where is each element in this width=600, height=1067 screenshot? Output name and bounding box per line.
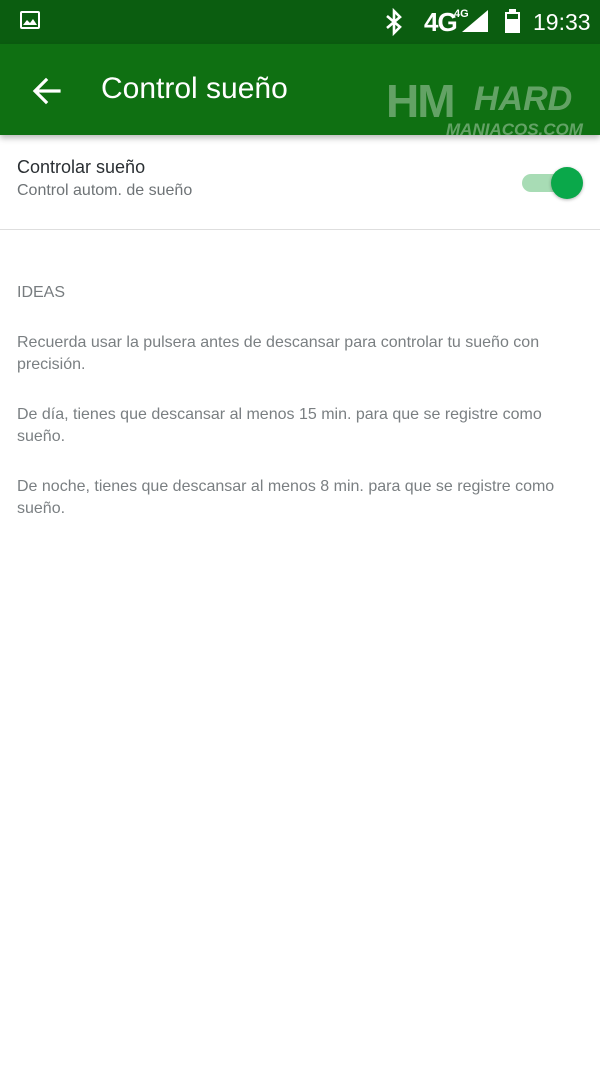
battery-icon — [505, 9, 520, 33]
arrow-back-icon — [32, 77, 61, 105]
back-button[interactable] — [24, 68, 70, 114]
toggle-thumb — [551, 167, 583, 199]
watermark-hm: HM — [386, 75, 456, 127]
watermark-hard: HARD — [474, 80, 573, 118]
tip-item: Recuerda usar la pulsera antes de descan… — [17, 334, 540, 373]
signal-icon — [462, 10, 488, 37]
watermark-logo: HM HARD MANIACOS.COM — [386, 70, 583, 142]
setting-title: Controlar sueño — [17, 157, 146, 177]
ideas-header: IDEAS — [17, 284, 66, 301]
image-notification-icon — [20, 11, 40, 29]
status-bar: 4G 4G 19:33 — [0, 0, 600, 44]
setting-subtitle: Control autom. de sueño — [17, 182, 193, 199]
sleep-control-toggle[interactable] — [520, 167, 584, 199]
toolbar: Control sueño HM HARD MANIACOS.COM — [0, 44, 600, 139]
divider — [0, 229, 600, 230]
setting-controlar-sueno[interactable]: Controlar sueño Control autom. de sueño — [0, 135, 600, 229]
tip-item: De día, tienes que descansar al menos 15… — [17, 406, 542, 445]
tip-item: De noche, tienes que descansar al menos … — [17, 478, 555, 517]
bluetooth-icon — [383, 7, 405, 41]
page-title: Control sueño — [101, 72, 288, 105]
network-type-label: 4G — [424, 7, 458, 37]
status-time: 19:33 — [533, 9, 591, 35]
